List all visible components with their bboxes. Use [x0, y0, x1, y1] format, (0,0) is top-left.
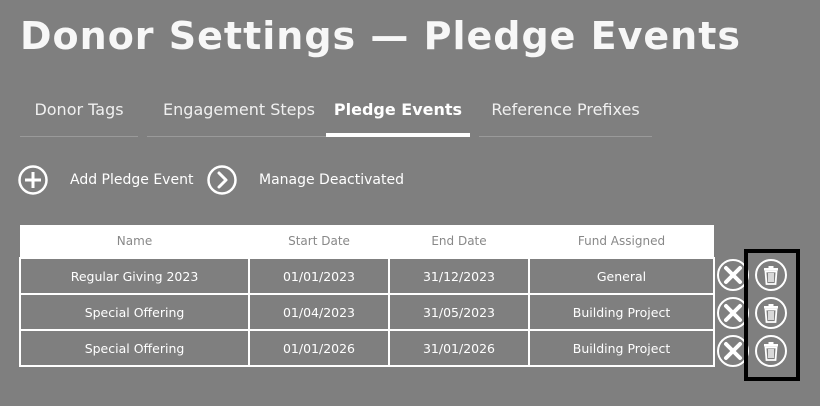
tab-engagement-steps[interactable]: Engagement Steps	[147, 96, 331, 137]
manage-deactivated-button[interactable]: Manage Deactivated	[207, 162, 404, 198]
plus-circle-icon	[18, 165, 48, 195]
add-pledge-event-button[interactable]: Add Pledge Event	[18, 162, 193, 198]
cell-name: Regular Giving 2023	[19, 257, 250, 295]
tab-reference-prefixes[interactable]: Reference Prefixes	[479, 96, 652, 137]
pledge-events-table: Name Start Date End Date Fund Assigned R…	[19, 225, 715, 367]
tab-pledge-events[interactable]: Pledge Events	[326, 96, 470, 137]
page-title: Donor Settings — Pledge Events	[20, 14, 741, 58]
tab-donor-tags[interactable]: Donor Tags	[20, 96, 138, 137]
table-row[interactable]: Special Offering 01/01/2026 31/01/2026 B…	[19, 329, 715, 367]
cell-fund-assigned: General	[528, 257, 715, 295]
cell-fund-assigned: Building Project	[528, 293, 715, 331]
cell-name: Special Offering	[19, 293, 250, 331]
cell-end-date: 31/05/2023	[388, 293, 530, 331]
cell-end-date: 31/12/2023	[388, 257, 530, 295]
cell-start-date: 01/01/2023	[248, 257, 390, 295]
column-header-fund-assigned[interactable]: Fund Assigned	[529, 225, 714, 258]
cell-start-date: 01/01/2026	[248, 329, 390, 367]
cell-fund-assigned: Building Project	[528, 329, 715, 367]
cell-start-date: 01/04/2023	[248, 293, 390, 331]
column-header-name[interactable]: Name	[20, 225, 249, 258]
table-row[interactable]: Regular Giving 2023 01/01/2023 31/12/202…	[19, 257, 715, 295]
add-pledge-event-label: Add Pledge Event	[70, 172, 194, 188]
cell-name: Special Offering	[19, 329, 250, 367]
table-row[interactable]: Special Offering 01/04/2023 31/05/2023 B…	[19, 293, 715, 331]
table-header-row: Name Start Date End Date Fund Assigned	[20, 225, 714, 258]
delete-column-highlight	[744, 249, 800, 381]
cell-end-date: 31/01/2026	[388, 329, 530, 367]
chevron-right-circle-icon	[207, 165, 237, 195]
column-header-start-date[interactable]: Start Date	[249, 225, 389, 258]
manage-deactivated-label: Manage Deactivated	[259, 172, 404, 188]
column-header-end-date[interactable]: End Date	[389, 225, 529, 258]
